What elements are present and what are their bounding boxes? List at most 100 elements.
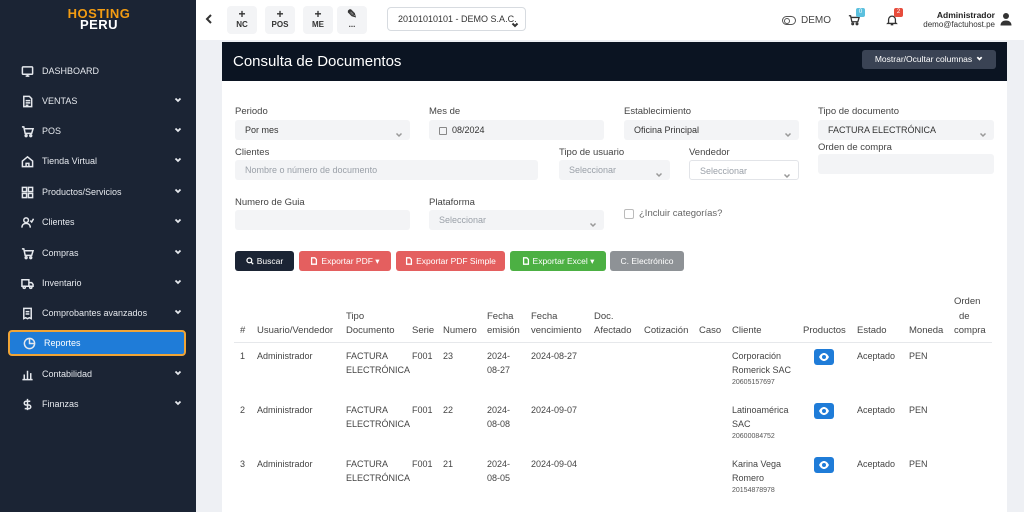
orden-compra-input[interactable] — [818, 154, 994, 174]
chevron-down-icon — [784, 126, 792, 146]
company-select[interactable]: 20101010101 - DEMO S.A.C. — [387, 7, 526, 31]
sidebar-item-inventario[interactable]: Inventario — [8, 270, 186, 296]
col-numero: Numero — [443, 325, 477, 336]
orden-compra-label: Orden de compra — [818, 142, 892, 153]
exportar-pdf-simple-button[interactable]: Exportar PDF Simple — [396, 251, 505, 271]
chevron-down-icon — [174, 96, 182, 104]
cell-ruc: 20154878978 — [732, 487, 775, 494]
cart-button[interactable]: 0 — [848, 8, 865, 26]
cart-icon — [20, 246, 34, 260]
sidebar-item-tienda-virtual[interactable]: Tienda Virtual — [8, 148, 186, 174]
chevron-down-icon — [589, 216, 597, 236]
col-doc-afectado-1: Doc. — [594, 311, 614, 322]
sidebar-item-pos[interactable]: POS — [8, 118, 186, 144]
plataforma-placeholder: Seleccionar — [439, 215, 487, 225]
quick-nc-button[interactable]: + NC — [227, 6, 257, 34]
cell-tipo-1: FACTURA — [346, 405, 389, 415]
truck-icon — [20, 276, 34, 290]
col-tipo-1: Tipo — [346, 311, 365, 322]
sidebar-item-finanzas[interactable]: Finanzas — [8, 391, 186, 417]
cell-numero: 23 — [443, 351, 454, 361]
exportar-pdf-button[interactable]: Exportar PDF ▾ — [299, 251, 391, 271]
file-icon — [311, 257, 318, 265]
sidebar: HOSTING PERU DASHBOARD VENTAS POS Tienda… — [0, 0, 196, 512]
cell-cliente-2: SAC — [732, 419, 751, 429]
user-info[interactable]: Administrador demo@factuhost.pe — [921, 10, 995, 29]
incluir-categorias-checkbox[interactable] — [624, 209, 634, 219]
cart-icon — [20, 124, 34, 138]
incluir-categorias-label: ¿Incluir categorías? — [639, 208, 723, 219]
sidebar-item-ventas[interactable]: VENTAS — [8, 88, 186, 114]
establecimiento-value: Oficina Principal — [634, 125, 700, 135]
sidebar-item-clientes[interactable]: Clientes — [8, 209, 186, 235]
file-icon — [522, 257, 529, 265]
tipo-documento-value: FACTURA ELECTRÓNICA — [828, 125, 937, 135]
cell-cliente-1: Karina Vega — [732, 459, 782, 469]
toggle-columns-button[interactable]: Mostrar/Ocultar columnas — [862, 50, 996, 69]
vendedor-select[interactable]: Seleccionar — [689, 160, 799, 180]
col-productos: Productos — [803, 325, 846, 336]
toggle-icon — [782, 15, 796, 25]
sidebar-item-contabilidad[interactable]: Contabilidad — [8, 361, 186, 387]
periodo-label: Periodo — [235, 106, 268, 117]
sidebar-item-dashboard[interactable]: DASHBOARD — [8, 58, 186, 84]
cell-serie: F001 — [412, 459, 433, 469]
col-cliente: Cliente — [732, 325, 762, 336]
quick-pos-button[interactable]: + POS — [265, 6, 295, 34]
user-icon[interactable] — [1000, 12, 1014, 26]
chevron-down-icon — [979, 126, 987, 146]
tipo-usuario-placeholder: Seleccionar — [569, 165, 617, 175]
mes-datepicker[interactable]: 08/2024 — [429, 120, 604, 140]
sidebar-item-productos[interactable]: Productos/Servicios — [8, 179, 186, 205]
sidebar-item-comprobantes-avanzados[interactable]: Comprobantes avanzados — [8, 300, 186, 326]
company-select-value: 20101010101 - DEMO S.A.C. — [398, 14, 517, 24]
table-divider — [234, 342, 992, 343]
chevron-down-icon — [174, 308, 182, 316]
cell-tipo-2: ELECTRÓNICA — [346, 473, 411, 483]
tipo-usuario-select[interactable]: Seleccionar — [559, 160, 670, 180]
quick-button-label: ... — [348, 20, 356, 29]
sidebar-item-label: Tienda Virtual — [42, 156, 98, 166]
chevron-left-icon[interactable] — [204, 13, 216, 27]
quick-button-label: NC — [236, 20, 248, 29]
c-electronico-button[interactable]: C. Electrónico — [610, 251, 684, 271]
sidebar-item-label: Comprobantes avanzados — [42, 308, 148, 318]
establecimiento-select[interactable]: Oficina Principal — [624, 120, 799, 140]
view-products-button[interactable] — [814, 403, 834, 419]
buscar-button[interactable]: Buscar — [235, 251, 294, 271]
col-tipo-2: Documento — [346, 325, 395, 336]
quick-more-button[interactable]: ✎ ... — [337, 6, 367, 34]
col-orden-1: Orden — [954, 296, 981, 307]
pencil-icon: ✎ — [346, 7, 358, 21]
plataforma-select[interactable]: Seleccionar — [429, 210, 604, 230]
cell-fecha-venc: 2024-09-07 — [531, 405, 578, 415]
topbar: + NC + POS + ME ✎ ... 20101010101 - DEMO… — [196, 0, 1024, 40]
cell-numero: 22 — [443, 405, 454, 415]
sidebar-item-compras[interactable]: Compras — [8, 240, 186, 266]
cell-fecha-emision-1: 2024- — [487, 405, 511, 415]
chevron-down-icon — [783, 167, 791, 187]
tipo-documento-select[interactable]: FACTURA ELECTRÓNICA — [818, 120, 994, 140]
cell-ruc: 20600084752 — [732, 433, 775, 440]
notifications-button[interactable]: 2 — [886, 8, 903, 26]
col-num: # — [240, 325, 246, 336]
periodo-select[interactable]: Por mes — [235, 120, 410, 140]
sidebar-item-reportes[interactable]: Reportes — [8, 330, 186, 356]
col-orden-3: compra — [954, 325, 986, 336]
exportar-excel-label: Exportar Excel — [532, 256, 588, 266]
view-products-button[interactable] — [814, 457, 834, 473]
sidebar-item-label: Contabilidad — [42, 369, 93, 379]
cell-fecha-emision-2: 08-08 — [487, 419, 511, 429]
file-icon — [406, 257, 413, 265]
pie-chart-icon — [22, 336, 36, 350]
cell-fecha-emision-2: 08-27 — [487, 365, 511, 375]
demo-toggle[interactable]: DEMO — [782, 13, 831, 27]
clientes-input[interactable]: Nombre o número de documento — [235, 160, 538, 180]
chevron-down-icon — [174, 399, 182, 407]
quick-me-button[interactable]: + ME — [303, 6, 333, 34]
numero-guia-input[interactable] — [235, 210, 410, 230]
clientes-label: Clientes — [235, 147, 270, 158]
exportar-excel-button[interactable]: Exportar Excel ▾ — [510, 251, 606, 271]
view-products-button[interactable] — [814, 349, 834, 365]
page-title: Consulta de Documentos — [233, 53, 402, 70]
